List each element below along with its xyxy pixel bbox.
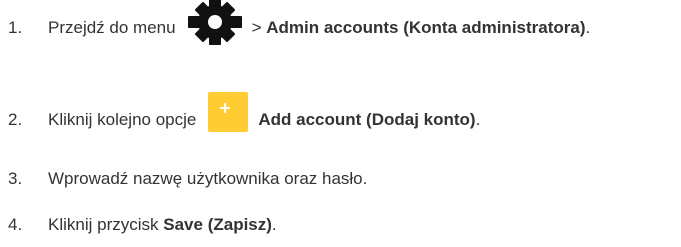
step-text: Wprowadź nazwę użytkownika oraz hasło. <box>48 169 368 188</box>
button-save: Save (Zapisz) <box>163 215 272 234</box>
step-number: 2. <box>8 110 23 129</box>
step-number: 1. <box>8 18 23 37</box>
step-add-account: 2. Kliknij kolejno opcje Add account (Do… <box>8 92 481 140</box>
plus-icon <box>208 92 249 132</box>
step-period: . <box>271 215 277 234</box>
gear-icon <box>187 0 242 45</box>
step-text: Przejdź do menu <box>48 18 176 37</box>
step-number: 4. <box>8 215 23 234</box>
step-period: . <box>475 110 481 129</box>
step-go-to-admin-accounts: 1. Przejdź do menu > Admin accounts (Kon… <box>8 0 591 48</box>
step-period: . <box>585 18 591 37</box>
step-text: Kliknij przycisk <box>48 215 159 234</box>
step-separator: > <box>251 18 262 37</box>
step-text: Kliknij kolejno opcje <box>48 110 197 129</box>
menu-item-admin-accounts: Admin accounts (Konta administratora) <box>266 18 586 37</box>
step-number: 3. <box>8 169 23 188</box>
step-save: 4. Kliknij przycisk Save (Zapisz). <box>8 212 277 238</box>
option-add-account: Add account (Dodaj konto) <box>258 110 476 129</box>
instruction-steps-list: 1. Przejdź do menu > Admin accounts (Kon… <box>0 0 681 247</box>
step-enter-credentials: 3. Wprowadź nazwę użytkownika oraz hasło… <box>8 166 367 192</box>
